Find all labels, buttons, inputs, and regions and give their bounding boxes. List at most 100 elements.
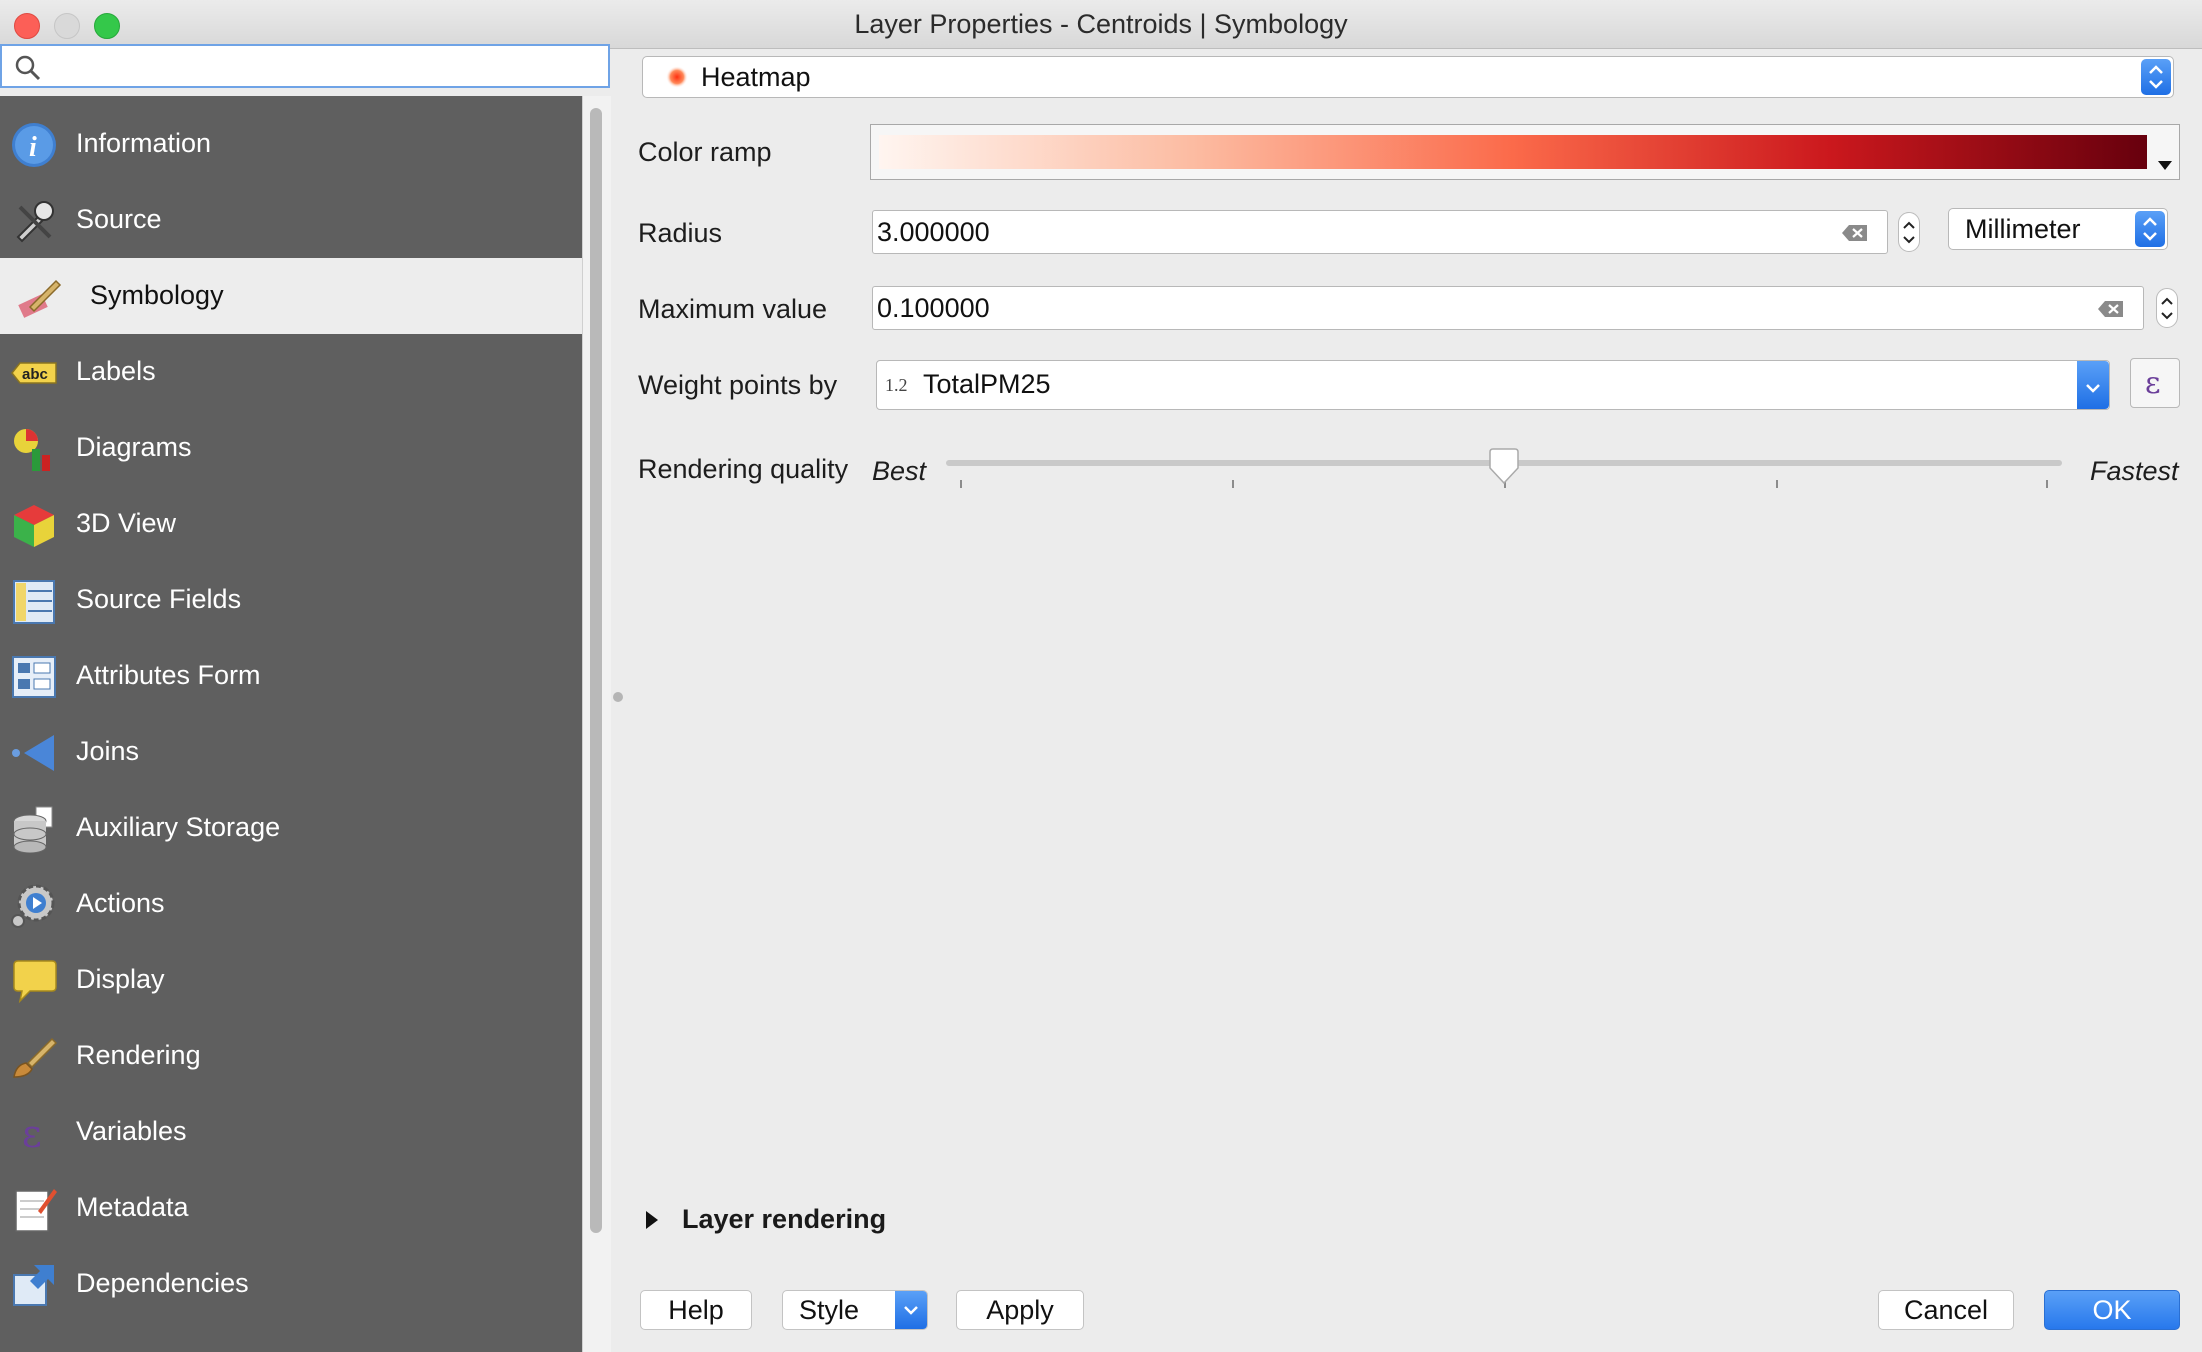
sidebar-item-attributes-form[interactable]: Attributes Form <box>0 638 582 714</box>
radius-value: 3.000000 <box>877 217 990 247</box>
sidebar-item-label: Dependencies <box>76 1268 249 1298</box>
sidebar: i Information Source Symbology abc Label… <box>0 96 582 1352</box>
gear-play-icon <box>11 884 55 928</box>
expression-button[interactable]: ε <box>2130 358 2180 408</box>
clear-icon[interactable] <box>2097 298 2125 320</box>
form-icon <box>12 656 56 698</box>
sidebar-item-rendering[interactable]: Rendering <box>0 1018 582 1094</box>
epsilon-icon: ε <box>22 1112 42 1156</box>
help-button[interactable]: Help <box>640 1290 752 1330</box>
slider-tick <box>1232 480 1234 488</box>
apply-button[interactable]: Apply <box>956 1290 1084 1330</box>
renderer-value: Heatmap <box>701 62 811 92</box>
spin-arrows-icon <box>1903 221 1915 244</box>
info-icon: i <box>12 123 56 167</box>
splitter-handle[interactable] <box>613 692 623 702</box>
sidebar-scrollbar-thumb[interactable] <box>590 108 602 1233</box>
layer-rendering-label: Layer rendering <box>682 1204 887 1234</box>
sidebar-item-variables[interactable]: ε Variables <box>0 1094 582 1170</box>
diagram-icon <box>14 429 50 471</box>
sidebar-item-label: Diagrams <box>76 432 192 462</box>
style-button-label: Style <box>799 1295 860 1325</box>
database-icon <box>13 806 53 853</box>
svg-text:i: i <box>29 132 37 163</box>
sidebar-item-label: Attributes Form <box>76 660 261 690</box>
sidebar-item-label: Source <box>76 204 162 234</box>
dropdown-triangle-icon <box>2158 161 2172 170</box>
maximum-value-label: Maximum value <box>638 294 828 324</box>
sidebar-item-labels[interactable]: abc Labels <box>0 334 582 410</box>
title-bar: Layer Properties - Centroids | Symbology <box>0 0 2202 49</box>
sidebar-item-auxiliary-storage[interactable]: Auxiliary Storage <box>0 790 582 866</box>
maximum-value-value: 0.100000 <box>877 293 990 323</box>
svg-text:ε: ε <box>22 1112 42 1156</box>
sidebar-item-label: Auxiliary Storage <box>76 812 281 842</box>
sidebar-item-source[interactable]: Source <box>0 182 582 258</box>
sidebar-item-label: Joins <box>76 736 140 766</box>
numeric-type-badge: 1.2 <box>885 375 908 395</box>
search-icon <box>15 55 41 81</box>
color-ramp-gradient <box>879 135 2147 169</box>
quality-min-label: Best <box>872 456 927 486</box>
slider-handle[interactable] <box>1487 448 1521 486</box>
color-ramp-button[interactable] <box>870 124 2180 180</box>
sidebar-item-information[interactable]: i Information <box>0 106 582 182</box>
sidebar-item-label: Actions <box>76 888 165 918</box>
speech-bubble-icon <box>13 960 57 1004</box>
clear-icon[interactable] <box>1841 222 1869 244</box>
svg-text:ε: ε <box>2145 366 2161 401</box>
sidebar-item-3d-view[interactable]: 3D View <box>0 486 582 562</box>
sidebar-item-label: Labels <box>76 356 156 386</box>
weight-dropdown-arrow[interactable] <box>2077 361 2109 409</box>
maximum-value-input[interactable]: 0.100000 <box>872 286 2144 330</box>
cube-icon <box>14 505 54 547</box>
heatmap-icon <box>666 66 688 88</box>
color-ramp-label: Color ramp <box>638 137 772 167</box>
sidebar-item-source-fields[interactable]: Source Fields <box>0 562 582 638</box>
fields-icon <box>13 580 55 624</box>
weight-points-label: Weight points by <box>638 370 838 400</box>
sidebar-item-label: Source Fields <box>76 584 242 614</box>
abc-label-icon: abc <box>11 362 57 384</box>
renderer-select[interactable]: Heatmap <box>642 56 2174 98</box>
search-input[interactable] <box>50 50 594 82</box>
radius-label: Radius <box>638 218 723 248</box>
style-button[interactable]: Style <box>782 1290 928 1330</box>
weight-field-value: TotalPM25 <box>923 369 1051 399</box>
ok-button[interactable]: OK <box>2044 1290 2180 1330</box>
chevron-down-icon <box>904 1306 918 1315</box>
paintbrush-icon <box>18 279 62 318</box>
sidebar-item-diagrams[interactable]: Diagrams <box>0 410 582 486</box>
updown-chevron-icon <box>2143 217 2157 241</box>
slider-tick <box>960 480 962 488</box>
sidebar-item-symbology[interactable]: Symbology <box>0 258 582 334</box>
sidebar-item-label: 3D View <box>76 508 177 538</box>
style-dropdown-arrow[interactable] <box>895 1291 927 1329</box>
maximum-spin-buttons[interactable] <box>2156 288 2178 328</box>
radius-spin-buttons[interactable] <box>1898 212 1920 252</box>
sidebar-item-joins[interactable]: Joins <box>0 714 582 790</box>
layer-rendering-collapsible[interactable]: Layer rendering <box>638 1200 938 1240</box>
cancel-button[interactable]: Cancel <box>1878 1290 2014 1330</box>
sidebar-item-actions[interactable]: Actions <box>0 866 582 942</box>
radius-unit-select[interactable]: Millimeter <box>1948 208 2168 250</box>
search-box[interactable] <box>0 44 610 88</box>
weight-field-select[interactable]: 1.2 TotalPM25 <box>876 360 2110 410</box>
unit-dropdown-arrow[interactable] <box>2135 211 2165 247</box>
sidebar-item-dependencies[interactable]: Dependencies <box>0 1246 582 1322</box>
dependencies-icon <box>13 1265 54 1306</box>
sidebar-item-metadata[interactable]: Metadata <box>0 1170 582 1246</box>
radius-unit-value: Millimeter <box>1965 214 2081 244</box>
expand-triangle-icon <box>646 1211 658 1229</box>
radius-input[interactable]: 3.000000 <box>872 210 1888 254</box>
sidebar-item-display[interactable]: Display <box>0 942 582 1018</box>
sidebar-item-label: Symbology <box>90 280 224 310</box>
renderer-dropdown-arrow[interactable] <box>2141 59 2171 95</box>
svg-text:abc: abc <box>22 366 48 383</box>
rendering-quality-slider[interactable] <box>946 448 2062 488</box>
chevron-down-icon <box>2086 384 2100 393</box>
join-icon <box>12 735 54 771</box>
spin-arrows-icon <box>2161 297 2173 320</box>
updown-chevron-icon <box>2149 65 2163 89</box>
window-title: Layer Properties - Centroids | Symbology <box>854 9 1348 39</box>
